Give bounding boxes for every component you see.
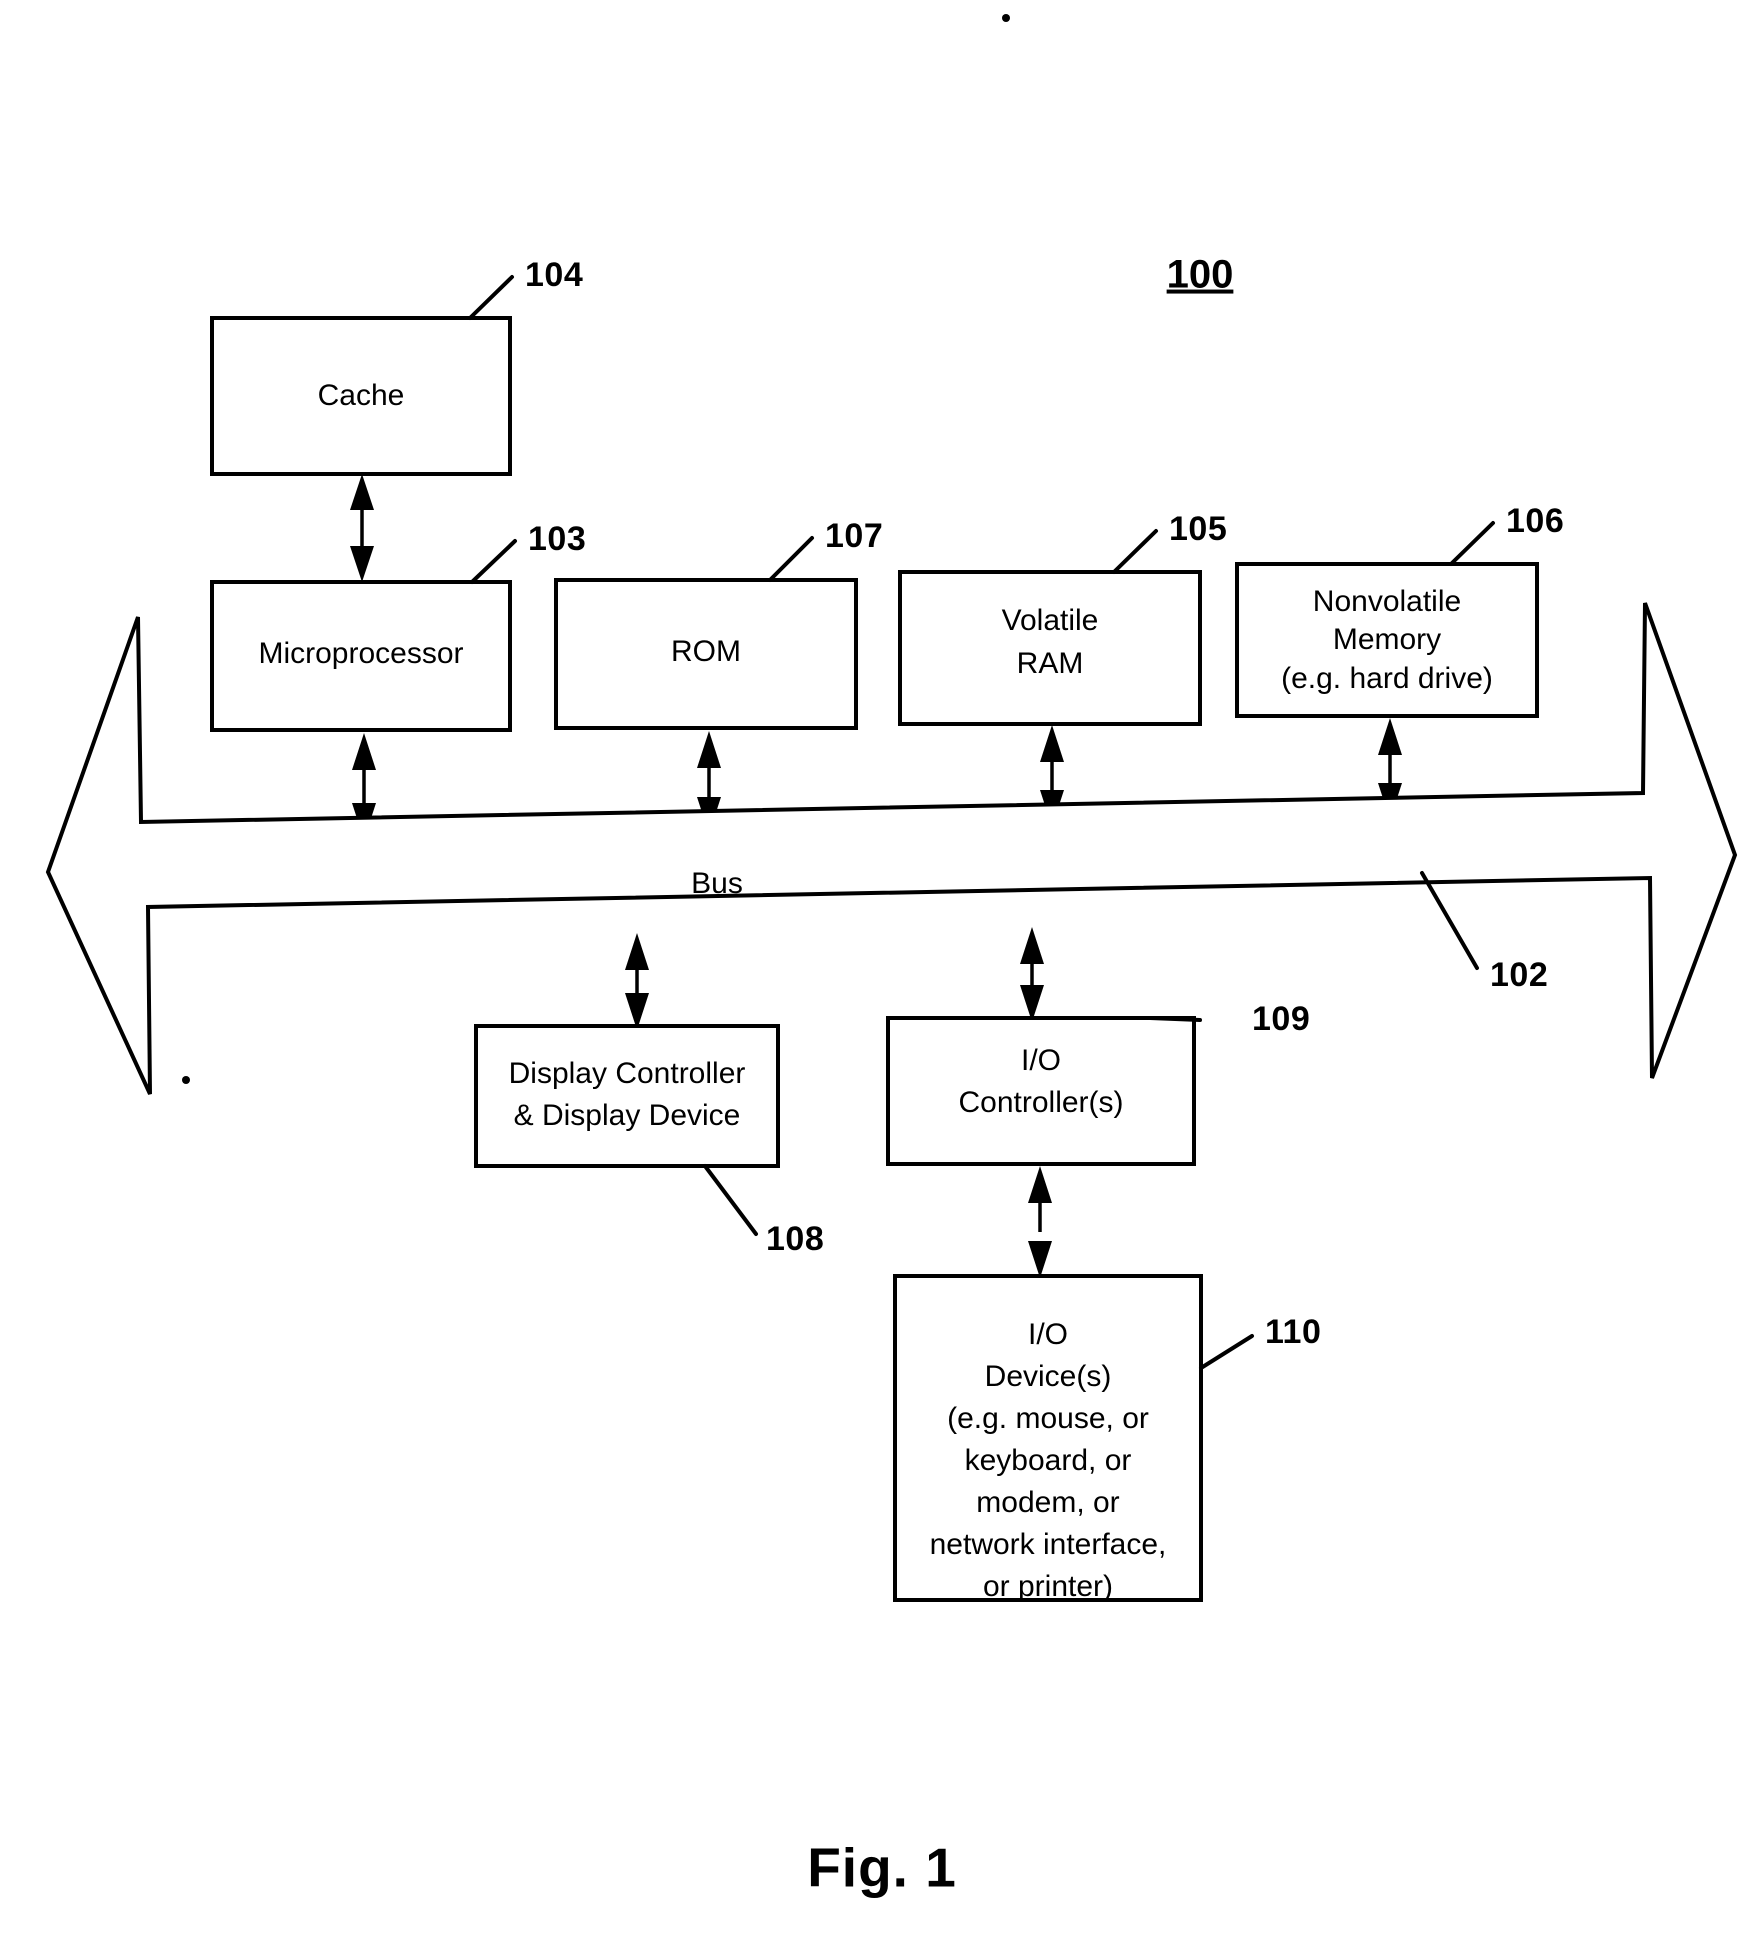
diagram-canvas: 100 Cache 104 Microprocessor 103 ROM 107… bbox=[45, 14, 1738, 1899]
lead-line-105 bbox=[1112, 529, 1158, 574]
system-ref-100: 100 bbox=[1167, 253, 1234, 297]
ref-num-109: 109 bbox=[1252, 1000, 1310, 1038]
block-io-device-label-1: I/O bbox=[1028, 1318, 1068, 1351]
lead-line-104 bbox=[468, 275, 514, 320]
scan-speck bbox=[182, 1076, 190, 1084]
block-volatile-ram-label-2: RAM bbox=[1017, 647, 1084, 680]
ref-num-103: 103 bbox=[528, 520, 586, 558]
block-cache: Cache 104 bbox=[210, 256, 583, 476]
ref-num-105: 105 bbox=[1169, 510, 1227, 548]
block-cache-label: Cache bbox=[318, 379, 405, 412]
ref-num-107: 107 bbox=[825, 517, 883, 555]
block-io-device-label-5: modem, or bbox=[976, 1486, 1119, 1519]
lead-line-102 bbox=[1420, 871, 1479, 970]
lead-line-106 bbox=[1449, 521, 1495, 566]
block-microprocessor: Microprocessor 103 bbox=[210, 520, 586, 732]
arrow-cache-microprocessor bbox=[350, 474, 374, 582]
block-nonvolatile-memory-label-1: Nonvolatile bbox=[1313, 585, 1461, 618]
block-display-controller-label-1: Display Controller bbox=[509, 1057, 746, 1090]
block-io-device-label-6: network interface, bbox=[930, 1528, 1167, 1561]
block-nonvolatile-memory-label-2: Memory bbox=[1333, 623, 1441, 656]
block-display-controller-rect bbox=[474, 1024, 780, 1168]
arrow-io-controller-device bbox=[1028, 1166, 1052, 1278]
ref-num-102: 102 bbox=[1490, 956, 1548, 994]
lead-line-108 bbox=[703, 1164, 758, 1236]
block-io-device-label-2: Device(s) bbox=[985, 1360, 1112, 1393]
block-volatile-ram: Volatile RAM 105 bbox=[898, 510, 1227, 726]
block-io-device-label-7: or printer) bbox=[983, 1570, 1113, 1603]
block-nonvolatile-memory: Nonvolatile Memory (e.g. hard drive) 106 bbox=[1235, 502, 1564, 718]
lead-line-109 bbox=[1148, 1016, 1202, 1022]
block-display-controller-label-2: & Display Device bbox=[514, 1099, 741, 1132]
ref-num-110: 110 bbox=[1265, 1313, 1321, 1351]
block-display-controller: Display Controller & Display Device 108 bbox=[474, 1024, 824, 1258]
ref-num-104: 104 bbox=[525, 256, 583, 294]
block-io-device: I/O Device(s) (e.g. mouse, or keyboard, … bbox=[893, 1274, 1321, 1603]
scan-speck bbox=[1002, 14, 1010, 22]
block-volatile-ram-label-1: Volatile bbox=[1002, 604, 1099, 637]
arrow-bus-io-controller bbox=[1020, 927, 1044, 1022]
block-nonvolatile-memory-label-3: (e.g. hard drive) bbox=[1281, 662, 1493, 695]
block-io-controller-label-1: I/O bbox=[1021, 1044, 1061, 1077]
bus-label: Bus bbox=[691, 867, 743, 900]
block-io-device-label-3: (e.g. mouse, or bbox=[947, 1402, 1149, 1435]
ref-num-106: 106 bbox=[1506, 502, 1564, 540]
arrow-bus-display-controller bbox=[625, 933, 649, 1030]
system-ref-100-label: 100 bbox=[1167, 253, 1234, 297]
patent-figure: 100 Cache 104 Microprocessor 103 ROM 107… bbox=[0, 0, 1757, 1958]
ref-num-108: 108 bbox=[766, 1220, 824, 1258]
block-microprocessor-label: Microprocessor bbox=[258, 637, 463, 670]
figure-caption: Fig. 1 bbox=[807, 1837, 957, 1899]
block-io-device-label-4: keyboard, or bbox=[965, 1444, 1132, 1477]
block-rom: ROM 107 bbox=[554, 517, 883, 730]
lead-line-103 bbox=[470, 539, 517, 584]
lead-line-107 bbox=[768, 536, 814, 582]
lead-line-110 bbox=[1199, 1334, 1254, 1370]
block-io-controller: I/O Controller(s) 109 bbox=[886, 1000, 1310, 1166]
block-rom-label: ROM bbox=[671, 635, 741, 668]
block-io-controller-label-2: Controller(s) bbox=[958, 1086, 1123, 1119]
